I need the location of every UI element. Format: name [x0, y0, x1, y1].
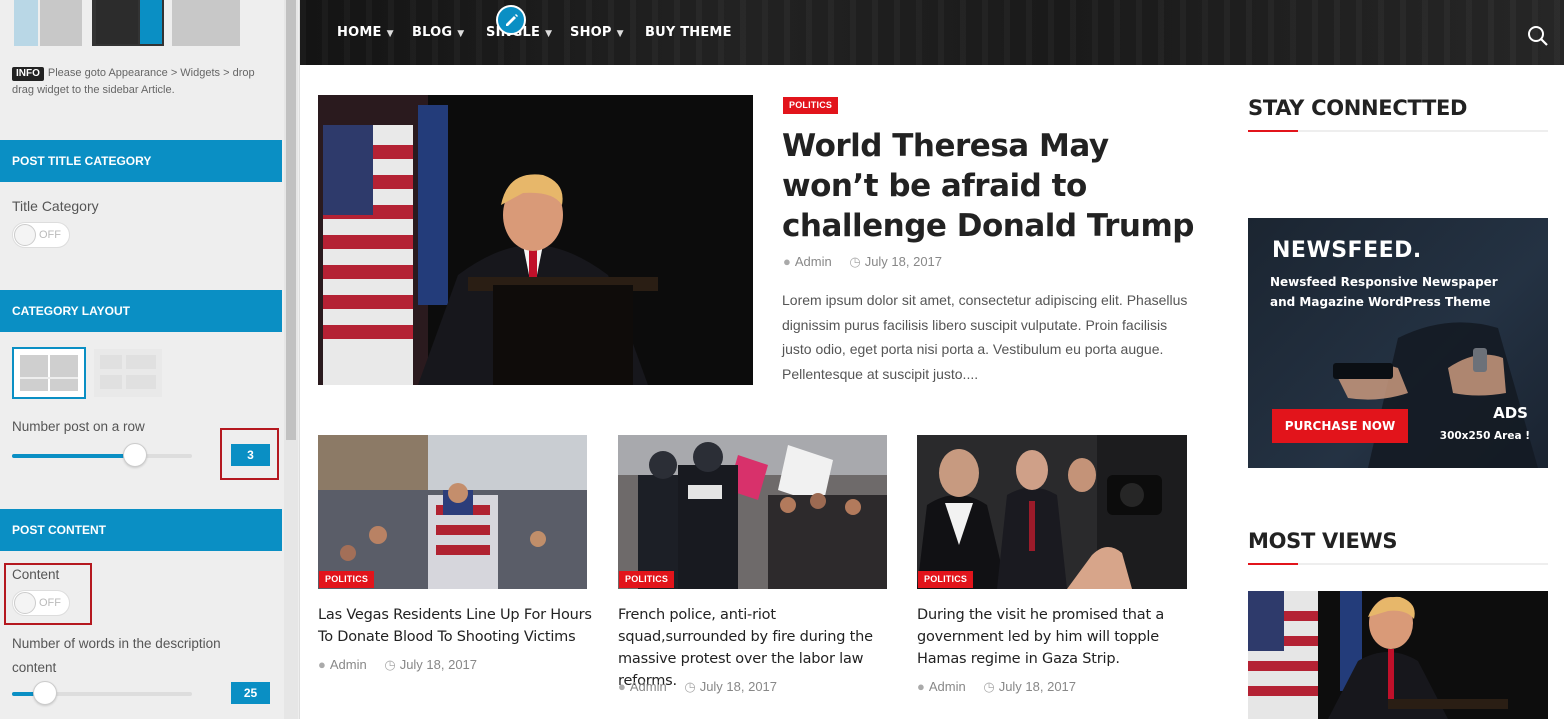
widget-divider: [1248, 563, 1548, 565]
widget-title-stay-connected: STAY CONNECTTED: [1248, 96, 1468, 120]
widget-title-most-views: MOST VIEWS: [1248, 529, 1398, 553]
search-icon[interactable]: [1526, 24, 1550, 48]
nav-label: BUY THEME: [645, 25, 732, 40]
category-layout-option-list[interactable]: [94, 349, 162, 397]
highlight-box: [220, 428, 279, 480]
featured-post-title[interactable]: World Theresa May won’t be afraid to cha…: [782, 126, 1202, 246]
pencil-icon[interactable]: [496, 5, 526, 35]
section-heading-post-content[interactable]: POST CONTENT: [0, 509, 282, 551]
clock-icon: ◷: [384, 657, 396, 672]
user-icon: ●: [318, 657, 326, 672]
post-author[interactable]: Admin: [929, 679, 966, 694]
nav-item-buy-theme[interactable]: BUY THEME: [645, 25, 732, 40]
nav-item-shop[interactable]: SHOP ▼: [570, 25, 624, 40]
toggle-state-text: OFF: [39, 229, 61, 241]
post-card-title[interactable]: During the visit he promised that a gove…: [917, 604, 1197, 670]
nav-item-home[interactable]: HOME ▼: [337, 25, 394, 40]
post-card-image[interactable]: [318, 435, 587, 589]
post-date: July 18, 2017: [699, 679, 778, 694]
post-card-title[interactable]: Las Vegas Residents Line Up For Hours To…: [318, 604, 598, 648]
post-card-meta: ● Admin ◷ July 18, 2017: [917, 679, 1076, 695]
nav-item-blog[interactable]: BLOG ▼: [412, 25, 464, 40]
post-card-meta: ● Admin ◷ July 18, 2017: [618, 679, 777, 695]
layout-option-right-sidebar[interactable]: [92, 0, 164, 46]
nav-label: SHOP: [570, 25, 612, 40]
section-heading-category-layout[interactable]: CATEGORY LAYOUT: [0, 290, 282, 332]
info-badge: INFO: [12, 67, 44, 81]
ad-description: Newsfeed Responsive Newspaper and Magazi…: [1270, 275, 1498, 309]
featured-post-excerpt: Lorem ipsum dolor sit amet, consectetur …: [782, 292, 1188, 382]
ad-label: ADS: [1493, 404, 1528, 422]
post-author[interactable]: Admin: [330, 657, 367, 672]
category-tag[interactable]: POLITICS: [619, 571, 675, 588]
user-icon: ●: [917, 679, 925, 694]
title-category-label: Title Category: [12, 198, 99, 214]
category-tag[interactable]: POLITICS: [319, 571, 375, 588]
chevron-down-icon: ▼: [386, 29, 394, 39]
post-date: July 18, 2017: [998, 679, 1077, 694]
user-icon: ●: [783, 254, 791, 269]
purchase-now-button[interactable]: PURCHASE NOW: [1272, 409, 1408, 443]
widget-divider: [1248, 130, 1548, 132]
number-post-slider[interactable]: [12, 443, 192, 467]
words-count-value[interactable]: 25: [231, 682, 270, 704]
layout-option-full-width[interactable]: [172, 0, 240, 46]
chevron-down-icon: ▼: [616, 29, 624, 39]
user-icon: ●: [618, 679, 626, 694]
site-preview: HOME▼ BLOG▼ SINGLE▼ SHOP▼ BUY THEME: [300, 0, 1564, 719]
clock-icon: ◷: [684, 679, 696, 694]
category-tag[interactable]: POLITICS: [918, 571, 974, 588]
title-category-toggle[interactable]: OFF: [12, 222, 70, 248]
clock-icon: ◷: [849, 254, 861, 269]
clock-icon: ◷: [983, 679, 995, 694]
featured-post-image[interactable]: [318, 95, 753, 385]
post-author[interactable]: Admin: [795, 254, 832, 269]
main-navigation: HOME▼ BLOG▼ SINGLE▼ SHOP▼ BUY THEME: [300, 0, 1564, 65]
slider-fill: [12, 454, 135, 458]
post-date: July 18, 2017: [399, 657, 478, 672]
words-count-slider[interactable]: [12, 681, 192, 705]
slider-knob[interactable]: [33, 681, 57, 705]
highlight-box: [4, 563, 92, 625]
ad-size-label: 300x250 Area !: [1439, 430, 1530, 442]
layout-option-left-sidebar[interactable]: [14, 0, 82, 46]
ad-brand: NEWSFEED.: [1272, 238, 1422, 263]
ad-banner[interactable]: NEWSFEED. Newsfeed Responsive Newspaper …: [1248, 218, 1548, 468]
info-text: Please goto Appearance > Widgets > drop …: [12, 67, 255, 96]
post-card-image[interactable]: [917, 435, 1187, 589]
post-card-image[interactable]: [618, 435, 887, 589]
category-tag[interactable]: POLITICS: [783, 97, 839, 114]
chevron-down-icon: ▼: [457, 29, 465, 39]
most-views-thumbnail[interactable]: [1248, 591, 1548, 719]
nav-label: BLOG: [412, 25, 453, 40]
words-count-label: Number of words in the description conte…: [12, 636, 221, 675]
post-author[interactable]: Admin: [630, 679, 667, 694]
featured-post-meta: ● Admin ◷ July 18, 2017: [783, 254, 942, 270]
chevron-down-icon: ▼: [545, 29, 553, 39]
customizer-sidebar: INFO Please goto Appearance > Widgets > d…: [0, 0, 300, 719]
post-date: July 18, 2017: [864, 254, 943, 269]
nav-label: HOME: [337, 25, 382, 40]
category-layout-option-grid[interactable]: [12, 347, 86, 399]
sidebar-scrollbar-thumb[interactable]: [286, 0, 296, 440]
section-heading-post-title-category[interactable]: POST TITLE CATEGORY: [0, 140, 282, 182]
toggle-knob: [14, 224, 36, 246]
post-card-meta: ● Admin ◷ July 18, 2017: [318, 657, 477, 673]
number-post-label: Number post on a row: [12, 419, 145, 434]
slider-knob[interactable]: [123, 443, 147, 467]
info-note: INFO Please goto Appearance > Widgets > d…: [12, 65, 272, 99]
